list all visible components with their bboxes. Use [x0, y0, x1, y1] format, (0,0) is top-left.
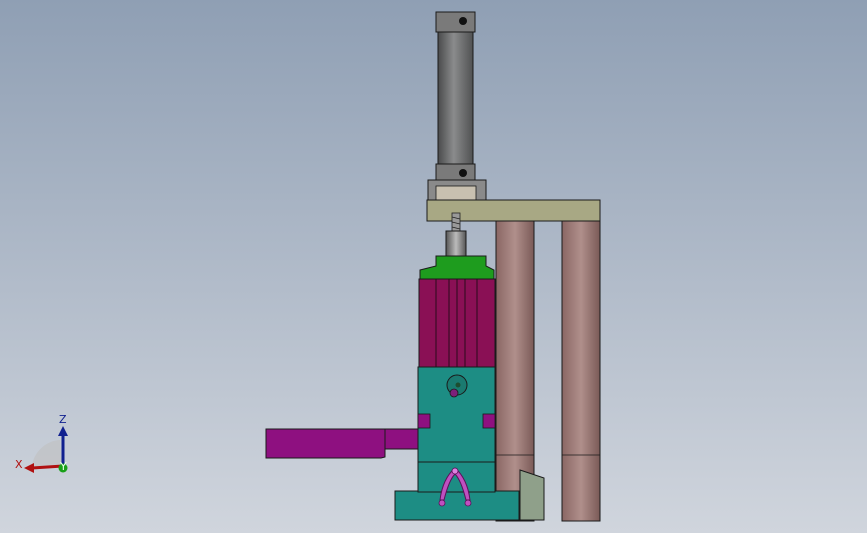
cad-viewport[interactable]: Z X Y [0, 0, 867, 533]
bottom-bracket[interactable] [519, 469, 545, 521]
magenta-block[interactable] [418, 278, 496, 368]
x-axis-label: X [15, 458, 23, 471]
port-inner-icon [449, 388, 459, 398]
x-axis-arrow-icon [24, 463, 34, 473]
flange-block [435, 185, 477, 201]
jaw-pivot-icon [451, 467, 459, 475]
z-axis-arrow-icon [58, 426, 68, 436]
cylinder-body[interactable] [437, 31, 474, 165]
cylinder-top-cap[interactable] [435, 11, 476, 33]
guide-rod-right[interactable] [561, 220, 601, 522]
cap-hole-icon [459, 169, 467, 177]
rod-coupler[interactable] [445, 230, 467, 258]
side-slot-left [417, 413, 431, 429]
jaw-tip-icon [438, 499, 446, 507]
view-orientation-triad[interactable]: Z X Y [10, 410, 80, 480]
x-axis-line [31, 464, 64, 470]
z-axis-label: Z [59, 413, 67, 426]
port-dot-icon [455, 382, 461, 388]
y-axis-label: Y [59, 460, 67, 473]
jaw-tip-icon [464, 499, 472, 507]
cylinder-bottom-cap[interactable] [435, 163, 476, 183]
cap-hole-icon [459, 17, 467, 25]
teal-block[interactable] [417, 366, 496, 463]
assembly-model-view[interactable] [0, 0, 867, 533]
side-slot-right [482, 413, 496, 429]
triad-arc [32, 440, 62, 466]
